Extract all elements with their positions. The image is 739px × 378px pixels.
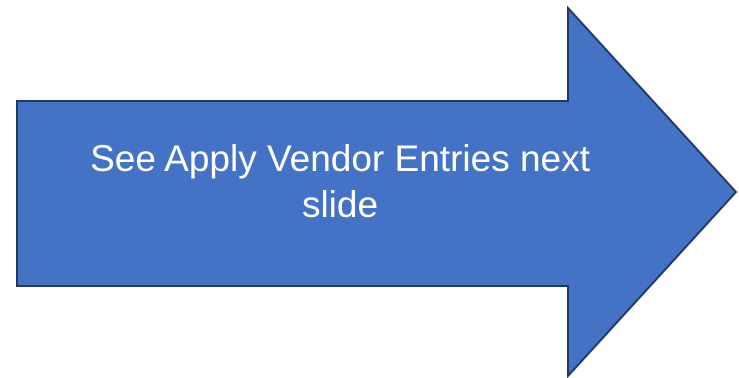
arrow-label: See Apply Vendor Entries next slide bbox=[20, 136, 660, 228]
slide-canvas: See Apply Vendor Entries next slide bbox=[0, 0, 739, 378]
arrow-label-line2: slide bbox=[301, 184, 379, 225]
arrow-label-line1: See Apply Vendor Entries next bbox=[90, 138, 590, 179]
